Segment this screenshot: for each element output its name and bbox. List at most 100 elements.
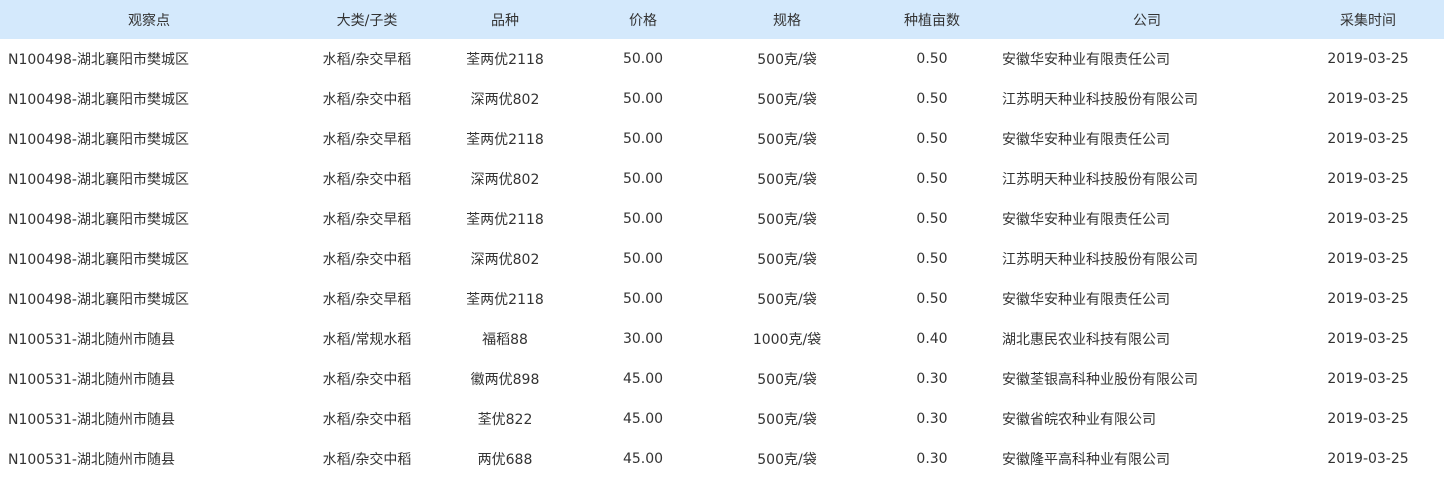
header-category[interactable]: 大类/子类	[298, 0, 436, 39]
table-row[interactable]: N100531-湖北随州市随县 水稻/常规水稻 福稻88 30.00 1000克/袋 0.…	[0, 319, 1444, 359]
table-row[interactable]: N100531-湖北随州市随县 水稻/杂交中稻 荃优822 45.00 500克/袋 0.…	[0, 399, 1444, 439]
cell-price: 50.00	[622, 51, 664, 67]
cell-variety: 荃两优2118	[466, 52, 544, 68]
cell-company: 安徽荃银高科种业股份有限公司	[1002, 372, 1198, 388]
cell-category: 水稻/杂交中稻	[322, 412, 412, 428]
cell-price: 45.00	[622, 371, 664, 387]
cell-category: 水稻/杂交早稻	[322, 52, 412, 68]
cell-company: 江苏明天种业科技股份有限公司	[1002, 92, 1198, 108]
cell-category: 水稻/杂交早稻	[322, 292, 412, 308]
cell-spec: 500克/袋	[757, 452, 817, 468]
cell-category: 水稻/杂交中稻	[322, 452, 412, 468]
cell-spec: 500克/袋	[757, 212, 817, 228]
cell-area: 0.40	[916, 331, 948, 347]
cell-company: 安徽省皖农种业有限公司	[1002, 412, 1156, 428]
cell-spec: 500克/袋	[757, 52, 817, 68]
table-body: N100498-湖北襄阳市樊城区 水稻/杂交早稻 荃两优2118 50.00 500克/…	[0, 39, 1444, 479]
cell-variety: 荃两优2118	[466, 132, 544, 148]
cell-variety: 荃两优2118	[466, 292, 544, 308]
cell-spec: 500克/袋	[757, 132, 817, 148]
cell-site: N100531-湖北随州市随县	[8, 372, 175, 388]
table-row[interactable]: N100531-湖北随州市随县 水稻/杂交中稻 两优688 45.00 500克/袋 0.…	[0, 439, 1444, 479]
cell-area: 0.30	[916, 371, 948, 387]
cell-site: N100531-湖北随州市随县	[8, 412, 175, 428]
cell-date: 2019-03-25	[1327, 371, 1409, 387]
cell-category: 水稻/杂交中稻	[322, 372, 412, 388]
cell-company: 江苏明天种业科技股份有限公司	[1002, 252, 1198, 268]
cell-price: 50.00	[622, 131, 664, 147]
cell-spec: 500克/袋	[757, 292, 817, 308]
cell-area: 0.50	[916, 211, 948, 227]
cell-date: 2019-03-25	[1327, 91, 1409, 107]
cell-company: 江苏明天种业科技股份有限公司	[1002, 172, 1198, 188]
cell-price: 45.00	[622, 411, 664, 427]
cell-area: 0.50	[916, 51, 948, 67]
table-row[interactable]: N100498-湖北襄阳市樊城区 水稻/杂交中稻 深两优802 50.00 500克/袋…	[0, 159, 1444, 199]
cell-area: 0.50	[916, 91, 948, 107]
cell-price: 50.00	[622, 251, 664, 267]
table-row[interactable]: N100498-湖北襄阳市樊城区 水稻/杂交中稻 深两优802 50.00 500克/袋…	[0, 79, 1444, 119]
cell-site: N100498-湖北襄阳市樊城区	[8, 92, 189, 108]
header-price[interactable]: 价格	[574, 0, 712, 39]
cell-variety: 深两优802	[470, 172, 540, 188]
cell-site: N100531-湖北随州市随县	[8, 332, 175, 348]
cell-price: 45.00	[622, 451, 664, 467]
cell-site: N100498-湖北襄阳市樊城区	[8, 172, 189, 188]
cell-spec: 1000克/袋	[752, 332, 822, 348]
cell-variety: 荃两优2118	[466, 212, 544, 228]
table-header: 观察点 大类/子类 品种 价格 规格 种植亩数 公司 采集时间	[0, 0, 1444, 39]
cell-date: 2019-03-25	[1327, 131, 1409, 147]
cell-category: 水稻/常规水稻	[322, 332, 412, 348]
header-area[interactable]: 种植亩数	[862, 0, 1002, 39]
cell-site: N100498-湖北襄阳市樊城区	[8, 132, 189, 148]
cell-date: 2019-03-25	[1327, 291, 1409, 307]
cell-price: 50.00	[622, 171, 664, 187]
cell-spec: 500克/袋	[757, 412, 817, 428]
table-row[interactable]: N100498-湖北襄阳市樊城区 水稻/杂交中稻 深两优802 50.00 500克/袋…	[0, 239, 1444, 279]
table-row[interactable]: N100498-湖北襄阳市樊城区 水稻/杂交早稻 荃两优2118 50.00 500克/…	[0, 199, 1444, 239]
cell-price: 50.00	[622, 211, 664, 227]
cell-date: 2019-03-25	[1327, 171, 1409, 187]
cell-category: 水稻/杂交中稻	[322, 252, 412, 268]
seed-price-table: 观察点 大类/子类 品种 价格 规格 种植亩数 公司 采集时间 N100498-…	[0, 0, 1444, 479]
cell-site: N100498-湖北襄阳市樊城区	[8, 212, 189, 228]
cell-date: 2019-03-25	[1327, 51, 1409, 67]
header-variety[interactable]: 品种	[436, 0, 574, 39]
cell-variety: 深两优802	[470, 92, 540, 108]
cell-company: 安徽隆平高科种业有限公司	[1002, 452, 1170, 468]
header-row: 观察点 大类/子类 品种 价格 规格 种植亩数 公司 采集时间	[0, 0, 1444, 39]
header-date[interactable]: 采集时间	[1292, 0, 1444, 39]
cell-date: 2019-03-25	[1327, 211, 1409, 227]
table-row[interactable]: N100498-湖北襄阳市樊城区 水稻/杂交早稻 荃两优2118 50.00 500克/…	[0, 119, 1444, 159]
cell-spec: 500克/袋	[757, 372, 817, 388]
cell-variety: 荃优822	[477, 412, 533, 428]
table-row[interactable]: N100498-湖北襄阳市樊城区 水稻/杂交早稻 荃两优2118 50.00 500克/…	[0, 279, 1444, 319]
cell-area: 0.50	[916, 131, 948, 147]
cell-price: 50.00	[622, 291, 664, 307]
cell-company: 安徽华安种业有限责任公司	[1002, 52, 1170, 68]
cell-category: 水稻/杂交中稻	[322, 92, 412, 108]
cell-spec: 500克/袋	[757, 252, 817, 268]
header-site[interactable]: 观察点	[0, 0, 298, 39]
cell-company: 安徽华安种业有限责任公司	[1002, 292, 1170, 308]
header-company[interactable]: 公司	[1002, 0, 1292, 39]
cell-variety: 两优688	[477, 452, 533, 468]
header-spec[interactable]: 规格	[712, 0, 862, 39]
cell-variety: 福稻88	[482, 332, 528, 348]
table-row[interactable]: N100531-湖北随州市随县 水稻/杂交中稻 徽两优898 45.00 500克/袋 0…	[0, 359, 1444, 399]
cell-spec: 500克/袋	[757, 92, 817, 108]
cell-area: 0.50	[916, 251, 948, 267]
cell-date: 2019-03-25	[1327, 451, 1409, 467]
cell-variety: 徽两优898	[470, 372, 540, 388]
cell-site: N100498-湖北襄阳市樊城区	[8, 52, 189, 68]
cell-date: 2019-03-25	[1327, 251, 1409, 267]
cell-category: 水稻/杂交早稻	[322, 212, 412, 228]
table-row[interactable]: N100498-湖北襄阳市樊城区 水稻/杂交早稻 荃两优2118 50.00 500克/…	[0, 39, 1444, 79]
cell-date: 2019-03-25	[1327, 411, 1409, 427]
cell-site: N100498-湖北襄阳市樊城区	[8, 292, 189, 308]
cell-price: 30.00	[622, 331, 664, 347]
cell-area: 0.30	[916, 451, 948, 467]
cell-spec: 500克/袋	[757, 172, 817, 188]
cell-price: 50.00	[622, 91, 664, 107]
cell-site: N100531-湖北随州市随县	[8, 452, 175, 468]
